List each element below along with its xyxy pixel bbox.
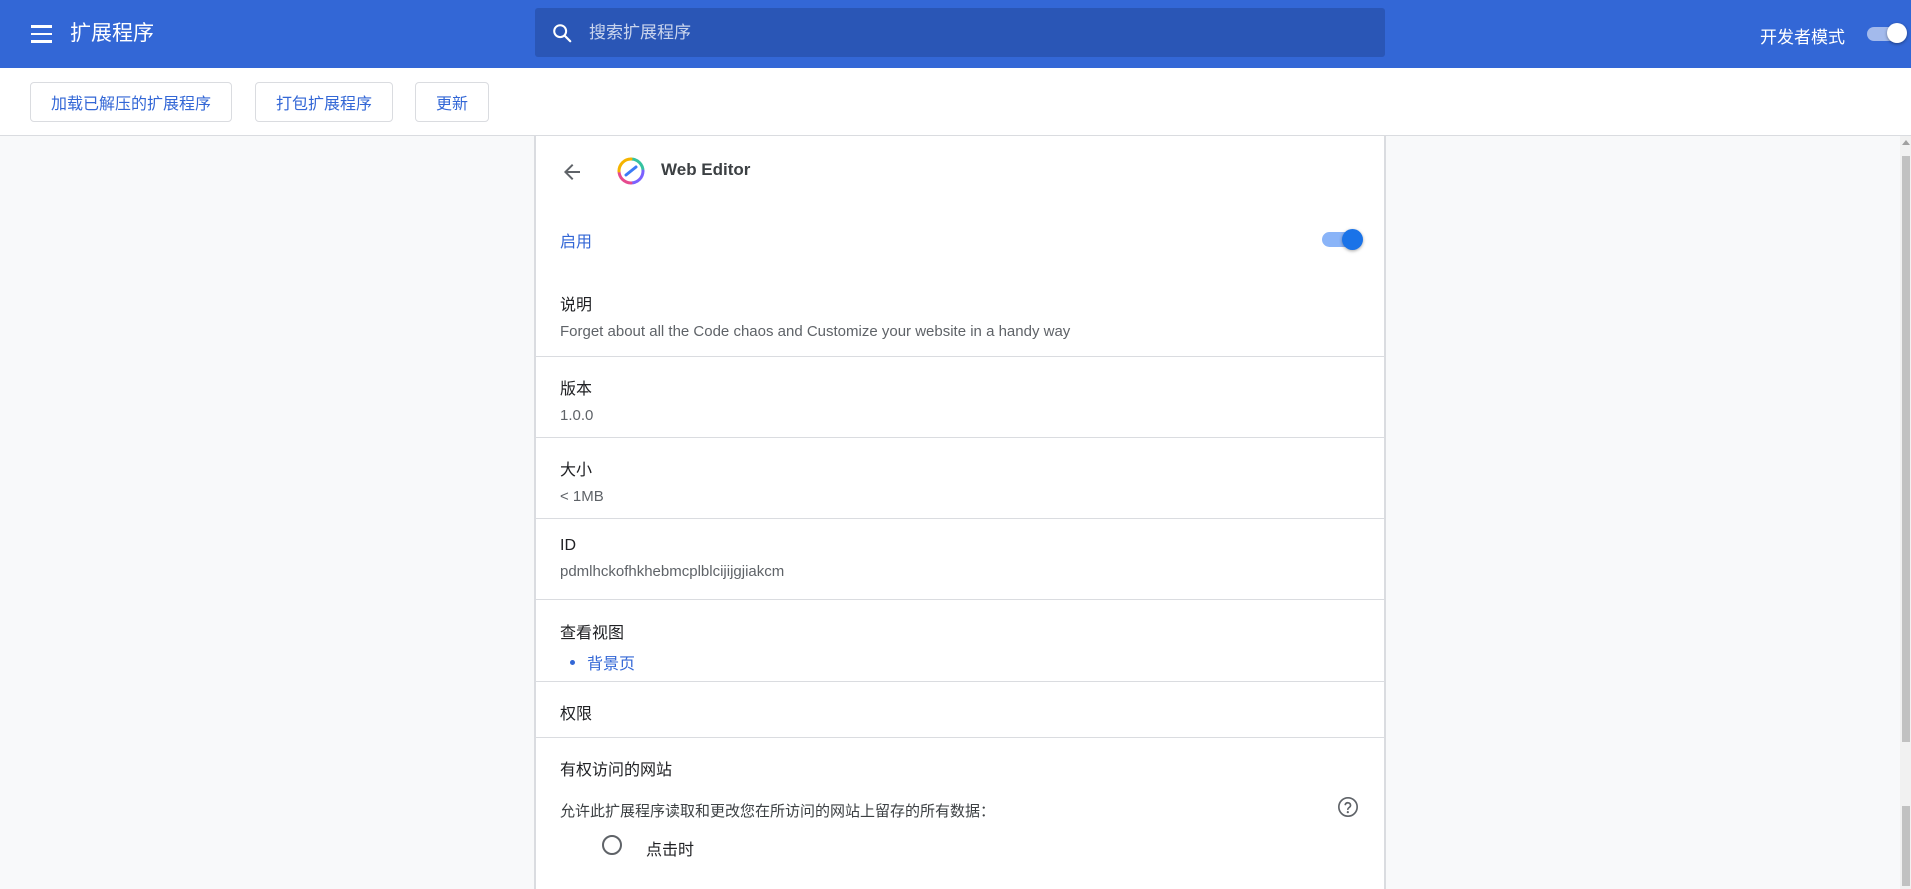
- description-section: 说明 Forget about all the Code chaos and C…: [536, 276, 1384, 357]
- enable-toggle[interactable]: [1322, 228, 1364, 250]
- search-box[interactable]: [535, 8, 1385, 57]
- site-access-title: 有权访问的网站: [560, 762, 673, 779]
- on-click-radio[interactable]: [602, 835, 622, 855]
- background-page-link[interactable]: 背景页: [587, 650, 635, 674]
- version-value: 1.0.0: [560, 407, 594, 424]
- views-section: 查看视图 背景页: [536, 600, 1384, 682]
- id-section: ID pdmlhckofhkhebmcplblcijijgjiakcm: [536, 519, 1384, 600]
- search-input[interactable]: [589, 22, 1349, 43]
- permissions-section: 权限: [536, 682, 1384, 738]
- detail-header: Web Editor: [536, 136, 1384, 206]
- dev-mode-label: 开发者模式: [1760, 28, 1845, 47]
- back-arrow-icon[interactable]: [560, 160, 584, 184]
- help-icon[interactable]: [1337, 796, 1359, 818]
- version-title: 版本: [560, 381, 593, 398]
- list-item: 背景页: [560, 650, 1384, 674]
- scroll-thumb-lower[interactable]: [1902, 806, 1910, 886]
- id-title: ID: [560, 537, 576, 554]
- scroll-up-arrow-icon[interactable]: [1902, 140, 1910, 145]
- update-button[interactable]: 更新: [415, 82, 490, 122]
- size-value: < 1MB: [560, 488, 604, 505]
- site-access-option: 点击时: [560, 835, 1384, 875]
- id-value: pdmlhckofhkhebmcplblcijijgjiakcm: [560, 563, 785, 580]
- extension-detail-card: Web Editor 启用 说明 Forget about all the Co…: [534, 136, 1386, 889]
- top-bar: 扩展程序 开发者模式: [0, 0, 1911, 68]
- pack-extension-button[interactable]: 打包扩展程序: [255, 82, 394, 122]
- size-section: 大小 < 1MB: [536, 438, 1384, 519]
- on-click-label: 点击时: [646, 842, 695, 859]
- enable-label: 启用: [560, 234, 593, 251]
- description-title: 说明: [560, 297, 593, 314]
- enable-row: 启用: [536, 206, 1384, 276]
- site-access-description: 允许此扩展程序读取和更改您在所访问的网站上留存的所有数据：: [560, 803, 996, 820]
- page-scrollbar[interactable]: [1900, 136, 1911, 889]
- scroll-thumb[interactable]: [1902, 156, 1910, 742]
- views-list: 背景页: [560, 650, 1384, 674]
- search-icon: [553, 23, 572, 42]
- page-title: 扩展程序: [70, 22, 154, 45]
- dev-mode-toggle[interactable]: [1867, 23, 1907, 43]
- size-title: 大小: [560, 462, 593, 479]
- description-text: Forget about all the Code chaos and Cust…: [560, 323, 1071, 340]
- extension-logo-icon: [617, 157, 645, 185]
- bullet: [570, 659, 575, 665]
- extension-name: Web Editor: [661, 160, 751, 179]
- permissions-title: 权限: [560, 706, 593, 723]
- load-unpacked-button[interactable]: 加载已解压的扩展程序: [30, 82, 233, 122]
- version-section: 版本 1.0.0: [536, 357, 1384, 438]
- views-title: 查看视图: [560, 625, 625, 642]
- toolbar: 加载已解压的扩展程序 打包扩展程序 更新: [0, 68, 1911, 136]
- site-access-section: 有权访问的网站 允许此扩展程序读取和更改您在所访问的网站上留存的所有数据： 点击…: [536, 738, 1384, 875]
- menu-icon[interactable]: [28, 20, 56, 48]
